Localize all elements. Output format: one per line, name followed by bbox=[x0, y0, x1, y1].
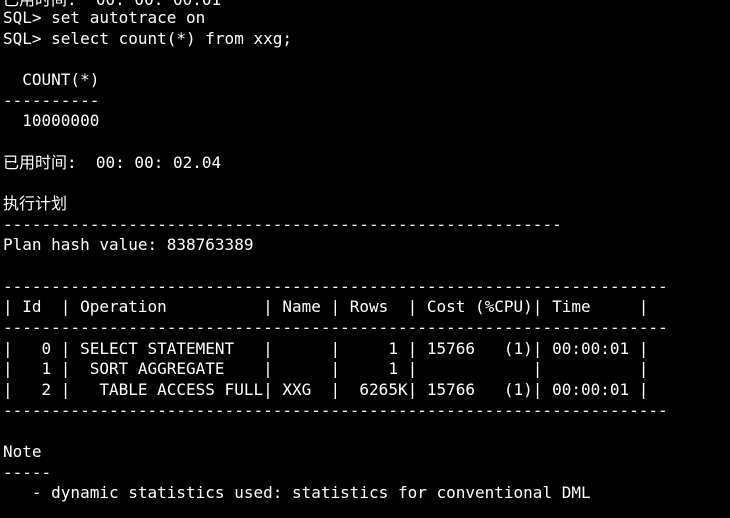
command-line-autotrace: SQL> set autotrace on bbox=[3, 8, 206, 27]
plan-table-row: | 0 | SELECT STATEMENT | | 1 | 15766 (1)… bbox=[3, 339, 649, 358]
note-text: - dynamic statistics used: statistics fo… bbox=[3, 483, 591, 502]
elapsed-time-line: 已用时间: 00: 00: 02.04 bbox=[3, 153, 222, 172]
plan-table-row: | 2 | TABLE ACCESS FULL| XXG | 6265K| 15… bbox=[3, 380, 649, 399]
result-value: 10000000 bbox=[3, 111, 100, 130]
result-column-header: COUNT(*) bbox=[3, 70, 100, 89]
plan-table-border-top: ----------------------------------------… bbox=[3, 277, 668, 296]
plan-table-header: | Id | Operation | Name | Rows | Cost (%… bbox=[3, 297, 649, 316]
note-heading: Note bbox=[3, 442, 42, 461]
plan-table-border-bottom: ----------------------------------------… bbox=[3, 401, 668, 420]
terminal-window[interactable]: 已用时间: 00: 00: 00.01 SQL> set autotrace o… bbox=[0, 0, 730, 518]
plan-table-border-header: ----------------------------------------… bbox=[3, 318, 668, 337]
result-header-divider: ---------- bbox=[3, 91, 100, 110]
execution-plan-heading: 执行计划 bbox=[3, 194, 68, 213]
plan-hash-value: Plan hash value: 838763389 bbox=[3, 235, 254, 254]
command-line-select: SQL> select count(*) from xxg; bbox=[3, 29, 292, 48]
plan-divider: ----------------------------------------… bbox=[3, 215, 562, 234]
plan-table-row: | 1 | SORT AGGREGATE | | 1 | | | bbox=[3, 359, 649, 378]
note-divider: ----- bbox=[3, 463, 52, 482]
